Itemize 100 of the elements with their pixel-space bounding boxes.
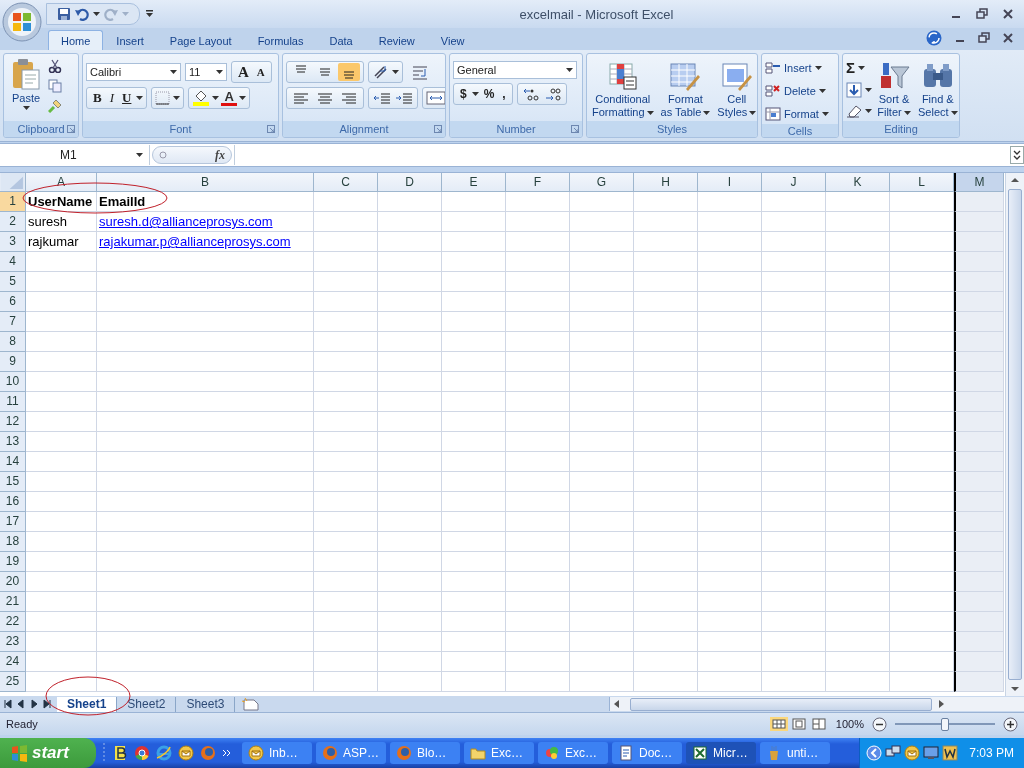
empty-cell[interactable]: [314, 212, 378, 232]
column-header[interactable]: M: [954, 173, 1004, 192]
empty-cell[interactable]: [762, 672, 826, 692]
empty-cell[interactable]: [954, 652, 1004, 672]
row-header[interactable]: 12: [0, 412, 26, 432]
empty-cell[interactable]: [954, 492, 1004, 512]
empty-cell[interactable]: [762, 232, 826, 252]
font-color-button[interactable]: A: [221, 90, 237, 106]
row-header[interactable]: 1: [0, 192, 26, 212]
empty-cell[interactable]: [442, 452, 506, 472]
column-header[interactable]: K: [826, 173, 890, 192]
empty-cell[interactable]: [570, 372, 634, 392]
restore-icon[interactable]: [976, 8, 988, 20]
empty-cell[interactable]: [97, 592, 314, 612]
empty-cell[interactable]: [506, 512, 570, 532]
empty-cell[interactable]: [954, 312, 1004, 332]
bottom-align-icon[interactable]: [338, 63, 360, 81]
empty-cell[interactable]: [378, 572, 442, 592]
empty-cell[interactable]: [97, 412, 314, 432]
empty-cell[interactable]: [698, 612, 762, 632]
slider-thumb[interactable]: [941, 717, 949, 731]
mail-icon[interactable]: [904, 745, 921, 761]
empty-cell[interactable]: [634, 192, 698, 212]
empty-cell[interactable]: [314, 312, 378, 332]
empty-cell[interactable]: [506, 232, 570, 252]
empty-cell[interactable]: [762, 272, 826, 292]
empty-cell[interactable]: [97, 672, 314, 692]
caret-icon[interactable]: [170, 70, 177, 74]
insert-cells-button[interactable]: Insert: [765, 57, 822, 78]
zoom-out-icon[interactable]: [872, 716, 887, 732]
empty-cell[interactable]: [954, 272, 1004, 292]
last-sheet-icon[interactable]: [41, 698, 53, 710]
column-header[interactable]: F: [506, 173, 570, 192]
ribbon-tab[interactable]: Review: [365, 30, 428, 50]
ribbon-tab[interactable]: Data: [316, 30, 366, 50]
taskbar-button[interactable]: unti…: [760, 742, 830, 764]
empty-cell[interactable]: [762, 392, 826, 412]
empty-cell[interactable]: [826, 412, 890, 432]
empty-cell[interactable]: [570, 472, 634, 492]
globe-icon[interactable]: [200, 745, 216, 761]
empty-cell[interactable]: [634, 652, 698, 672]
empty-cell[interactable]: [378, 392, 442, 412]
empty-cell[interactable]: [378, 292, 442, 312]
empty-cell[interactable]: [762, 572, 826, 592]
dialog-launcher-icon[interactable]: [434, 125, 442, 133]
empty-cell[interactable]: [762, 612, 826, 632]
empty-cell[interactable]: [314, 472, 378, 492]
column-header[interactable]: C: [314, 173, 378, 192]
empty-cell[interactable]: [314, 552, 378, 572]
empty-cell[interactable]: [634, 492, 698, 512]
empty-cell[interactable]: [506, 432, 570, 452]
empty-cell[interactable]: [826, 192, 890, 212]
empty-cell[interactable]: [826, 472, 890, 492]
shrink-font-button[interactable]: A: [253, 66, 268, 78]
empty-cell[interactable]: [378, 252, 442, 272]
empty-cell[interactable]: [442, 372, 506, 392]
caret-icon[interactable]: [703, 110, 711, 115]
empty-cell[interactable]: [314, 352, 378, 372]
empty-cell[interactable]: [698, 192, 762, 212]
mail-icon[interactable]: [178, 745, 194, 761]
empty-cell[interactable]: [762, 352, 826, 372]
empty-cell[interactable]: [314, 432, 378, 452]
empty-cell[interactable]: [97, 532, 314, 552]
empty-cell[interactable]: [762, 512, 826, 532]
taskbar-button[interactable]: Blo…: [390, 742, 460, 764]
empty-cell[interactable]: [314, 272, 378, 292]
empty-cell[interactable]: [634, 472, 698, 492]
empty-cell[interactable]: [570, 512, 634, 532]
empty-cell[interactable]: [570, 592, 634, 612]
row-header[interactable]: 10: [0, 372, 26, 392]
empty-cell[interactable]: [442, 592, 506, 612]
empty-cell[interactable]: [954, 252, 1004, 272]
delete-cells-button[interactable]: Delete: [765, 80, 826, 101]
empty-cell[interactable]: [314, 572, 378, 592]
caret-icon[interactable]: [749, 110, 757, 115]
empty-cell[interactable]: [826, 272, 890, 292]
empty-cell[interactable]: [954, 672, 1004, 692]
dialog-launcher-icon[interactable]: [571, 125, 579, 133]
empty-cell[interactable]: [634, 252, 698, 272]
caret-icon[interactable]: [392, 70, 399, 74]
font-size-box[interactable]: 11: [185, 63, 227, 81]
empty-cell[interactable]: [506, 332, 570, 352]
empty-cell[interactable]: [506, 372, 570, 392]
caret-icon[interactable]: [821, 111, 829, 116]
empty-cell[interactable]: [826, 512, 890, 532]
empty-cell[interactable]: [826, 292, 890, 312]
empty-cell[interactable]: [506, 292, 570, 312]
fill-down-icon[interactable]: [846, 82, 862, 98]
ribbon-tab[interactable]: Home: [48, 30, 104, 50]
number-format-box[interactable]: General: [453, 61, 577, 79]
currency-button[interactable]: $: [457, 87, 470, 101]
empty-cell[interactable]: [570, 652, 634, 672]
expand-formula-icon[interactable]: [1010, 146, 1024, 164]
empty-cell[interactable]: [826, 652, 890, 672]
column-header[interactable]: H: [634, 173, 698, 192]
caret-icon[interactable]: [22, 106, 30, 110]
empty-cell[interactable]: [506, 672, 570, 692]
empty-cell[interactable]: [442, 652, 506, 672]
empty-cell[interactable]: [698, 632, 762, 652]
empty-cell[interactable]: [506, 352, 570, 372]
